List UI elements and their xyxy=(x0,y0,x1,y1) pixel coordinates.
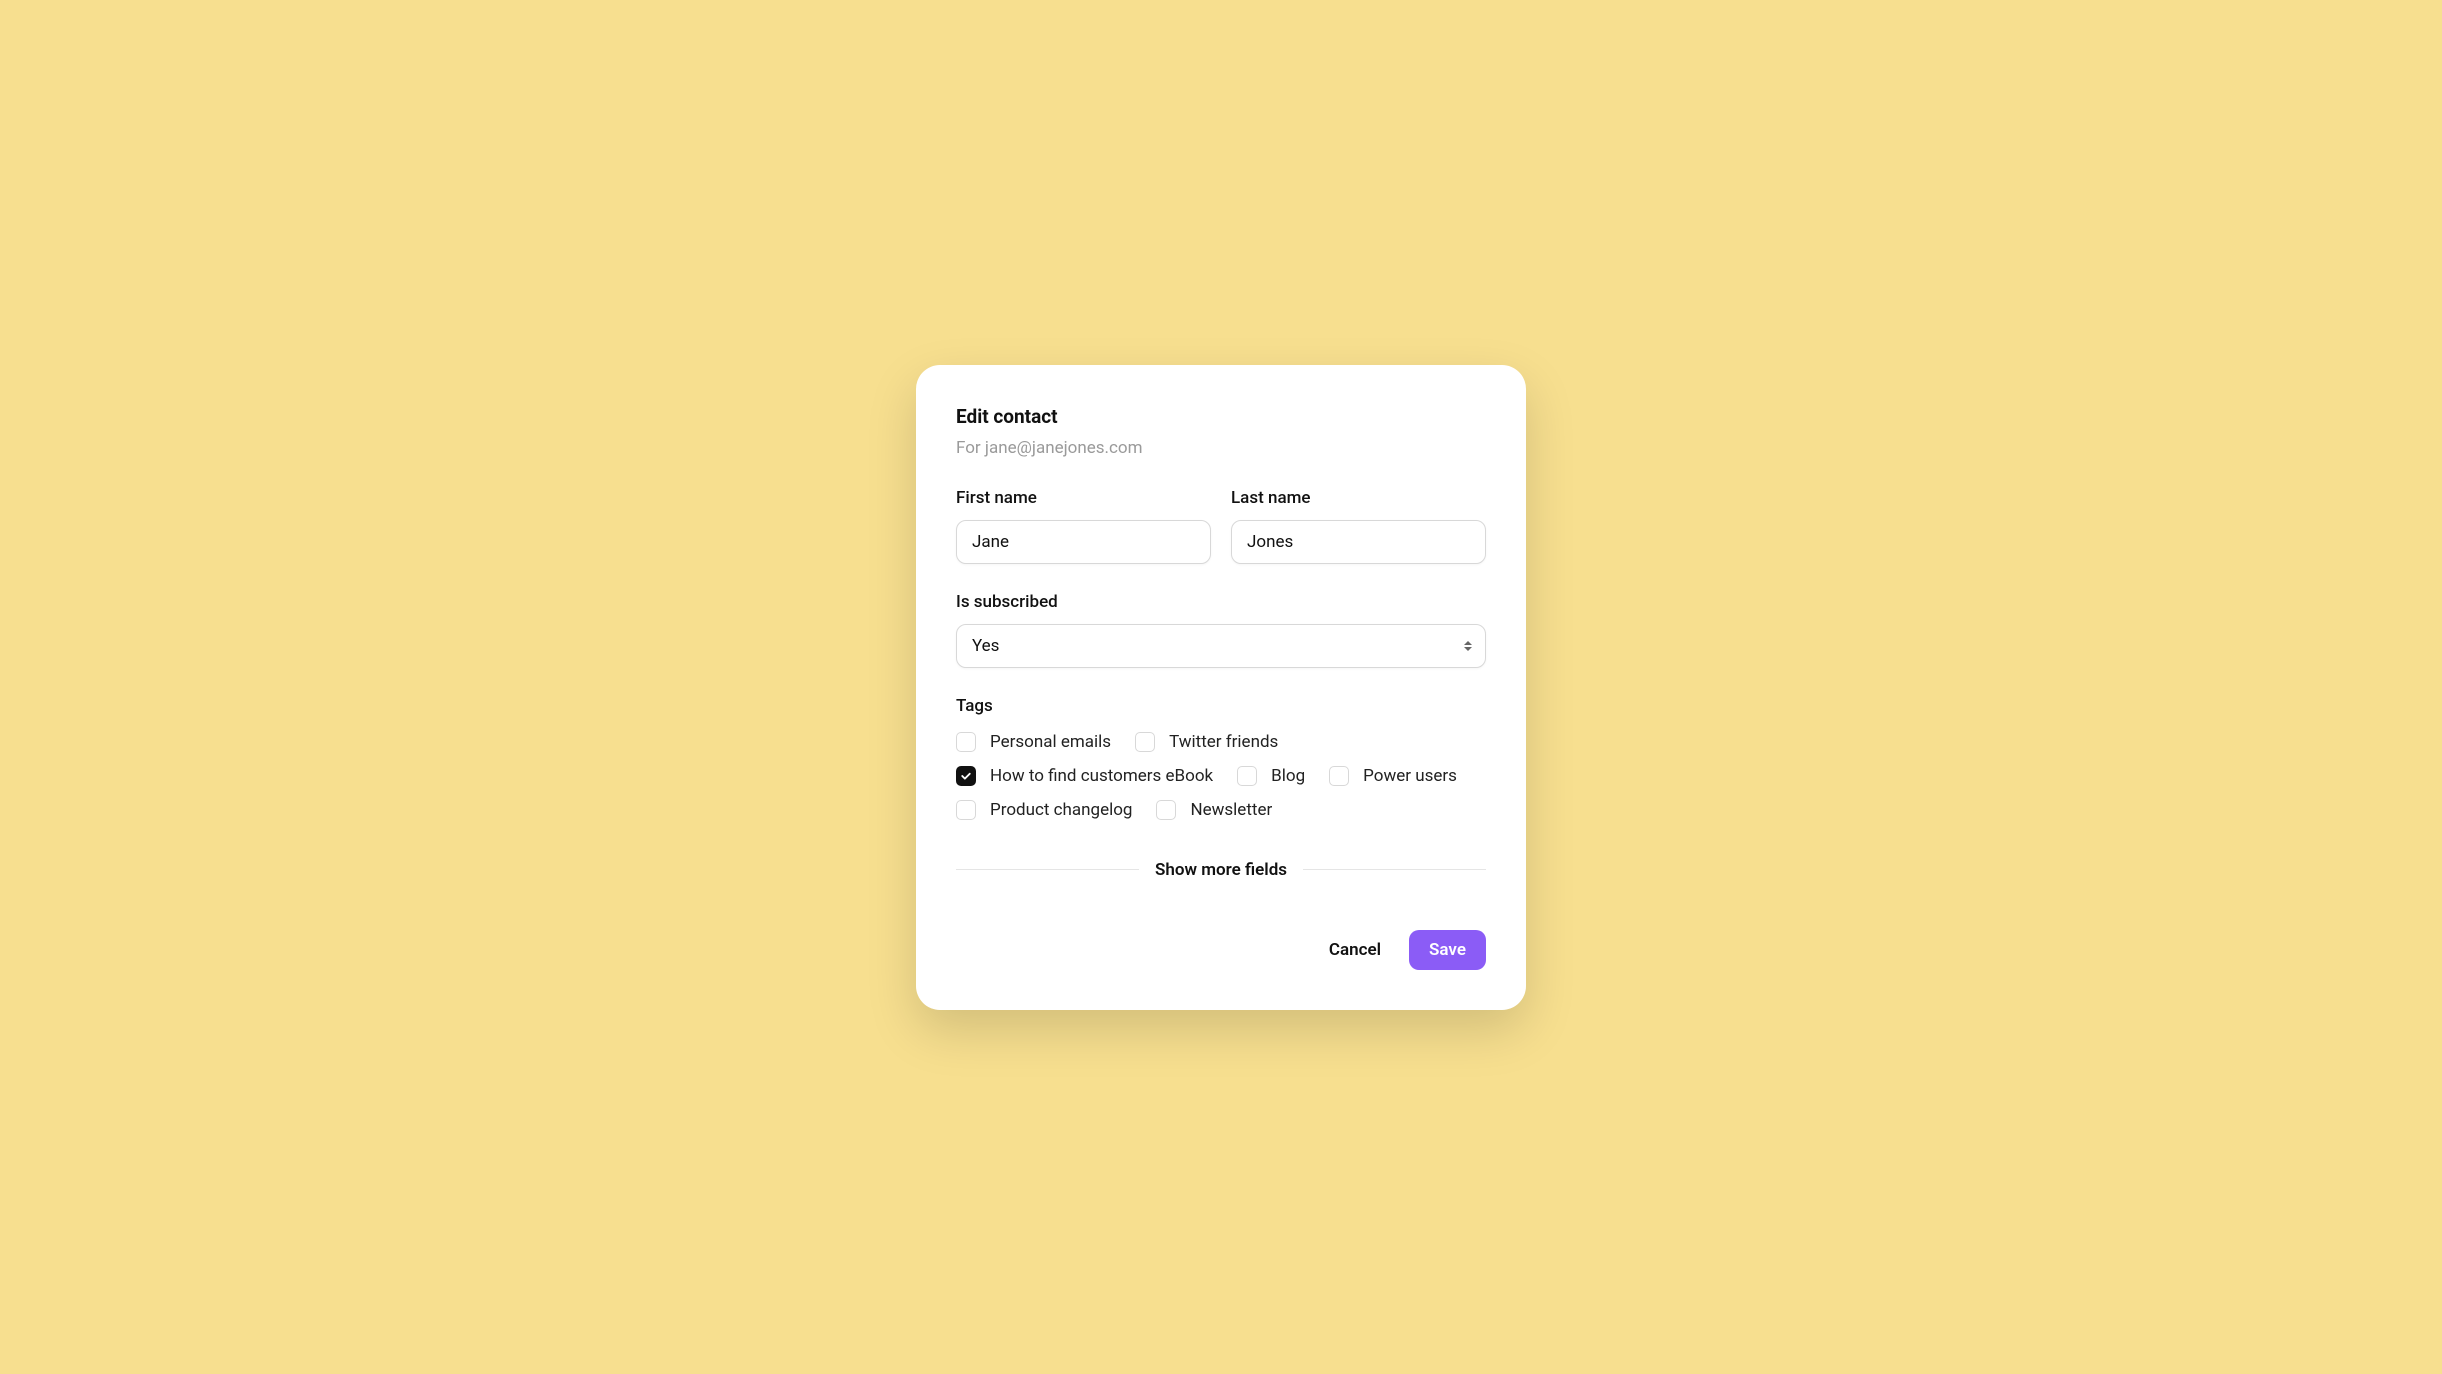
checkbox-box[interactable] xyxy=(1329,766,1349,786)
tag-checkbox-item[interactable]: Product changelog xyxy=(956,800,1132,820)
first-name-input[interactable] xyxy=(956,520,1211,564)
divider-line xyxy=(956,869,1139,870)
subscribed-group: Is subscribed Yes xyxy=(956,592,1486,668)
edit-contact-modal: Edit contact For jane@janejones.com Firs… xyxy=(916,365,1526,1010)
first-name-label: First name xyxy=(956,488,1211,508)
save-button[interactable]: Save xyxy=(1409,930,1486,970)
checkbox-box[interactable] xyxy=(956,800,976,820)
first-name-group: First name xyxy=(956,488,1211,564)
modal-title: Edit contact xyxy=(956,405,1486,428)
name-row: First name Last name xyxy=(956,488,1486,564)
checkbox-label: Newsletter xyxy=(1190,800,1272,820)
modal-subtitle: For jane@janejones.com xyxy=(956,438,1486,458)
show-more-divider: Show more fields xyxy=(956,860,1486,880)
checkbox-label: Product changelog xyxy=(990,800,1132,820)
show-more-fields-button[interactable]: Show more fields xyxy=(1139,860,1303,880)
last-name-input[interactable] xyxy=(1231,520,1486,564)
tag-checkbox-item[interactable]: Newsletter xyxy=(1156,800,1272,820)
checkbox-label: Personal emails xyxy=(990,732,1111,752)
checkbox-box[interactable] xyxy=(956,732,976,752)
subscribed-label: Is subscribed xyxy=(956,592,1486,612)
last-name-label: Last name xyxy=(1231,488,1486,508)
tag-checkbox-item[interactable]: Twitter friends xyxy=(1135,732,1278,752)
subscribed-select-wrapper: Yes xyxy=(956,624,1486,668)
tag-checkbox-item[interactable]: Blog xyxy=(1237,766,1305,786)
checkbox-box[interactable] xyxy=(1135,732,1155,752)
checkbox-label: Blog xyxy=(1271,766,1305,786)
checkbox-box[interactable] xyxy=(956,766,976,786)
check-icon xyxy=(960,770,972,782)
checkbox-box[interactable] xyxy=(1156,800,1176,820)
tag-checkbox-item[interactable]: Power users xyxy=(1329,766,1457,786)
checkbox-label: How to find customers eBook xyxy=(990,766,1213,786)
checkbox-label: Power users xyxy=(1363,766,1457,786)
divider-line xyxy=(1303,869,1486,870)
subscribed-select[interactable]: Yes xyxy=(956,624,1486,668)
cancel-button[interactable]: Cancel xyxy=(1329,940,1381,960)
checkbox-label: Twitter friends xyxy=(1169,732,1278,752)
tag-checkbox-item[interactable]: Personal emails xyxy=(956,732,1111,752)
tags-list: Personal emails Twitter friends How to fin… xyxy=(956,732,1486,820)
last-name-group: Last name xyxy=(1231,488,1486,564)
tags-label: Tags xyxy=(956,696,1486,716)
modal-actions: Cancel Save xyxy=(956,930,1486,970)
checkbox-box[interactable] xyxy=(1237,766,1257,786)
tags-group: Tags Personal emails Twitter friends How t… xyxy=(956,696,1486,820)
tag-checkbox-item[interactable]: How to find customers eBook xyxy=(956,766,1213,786)
